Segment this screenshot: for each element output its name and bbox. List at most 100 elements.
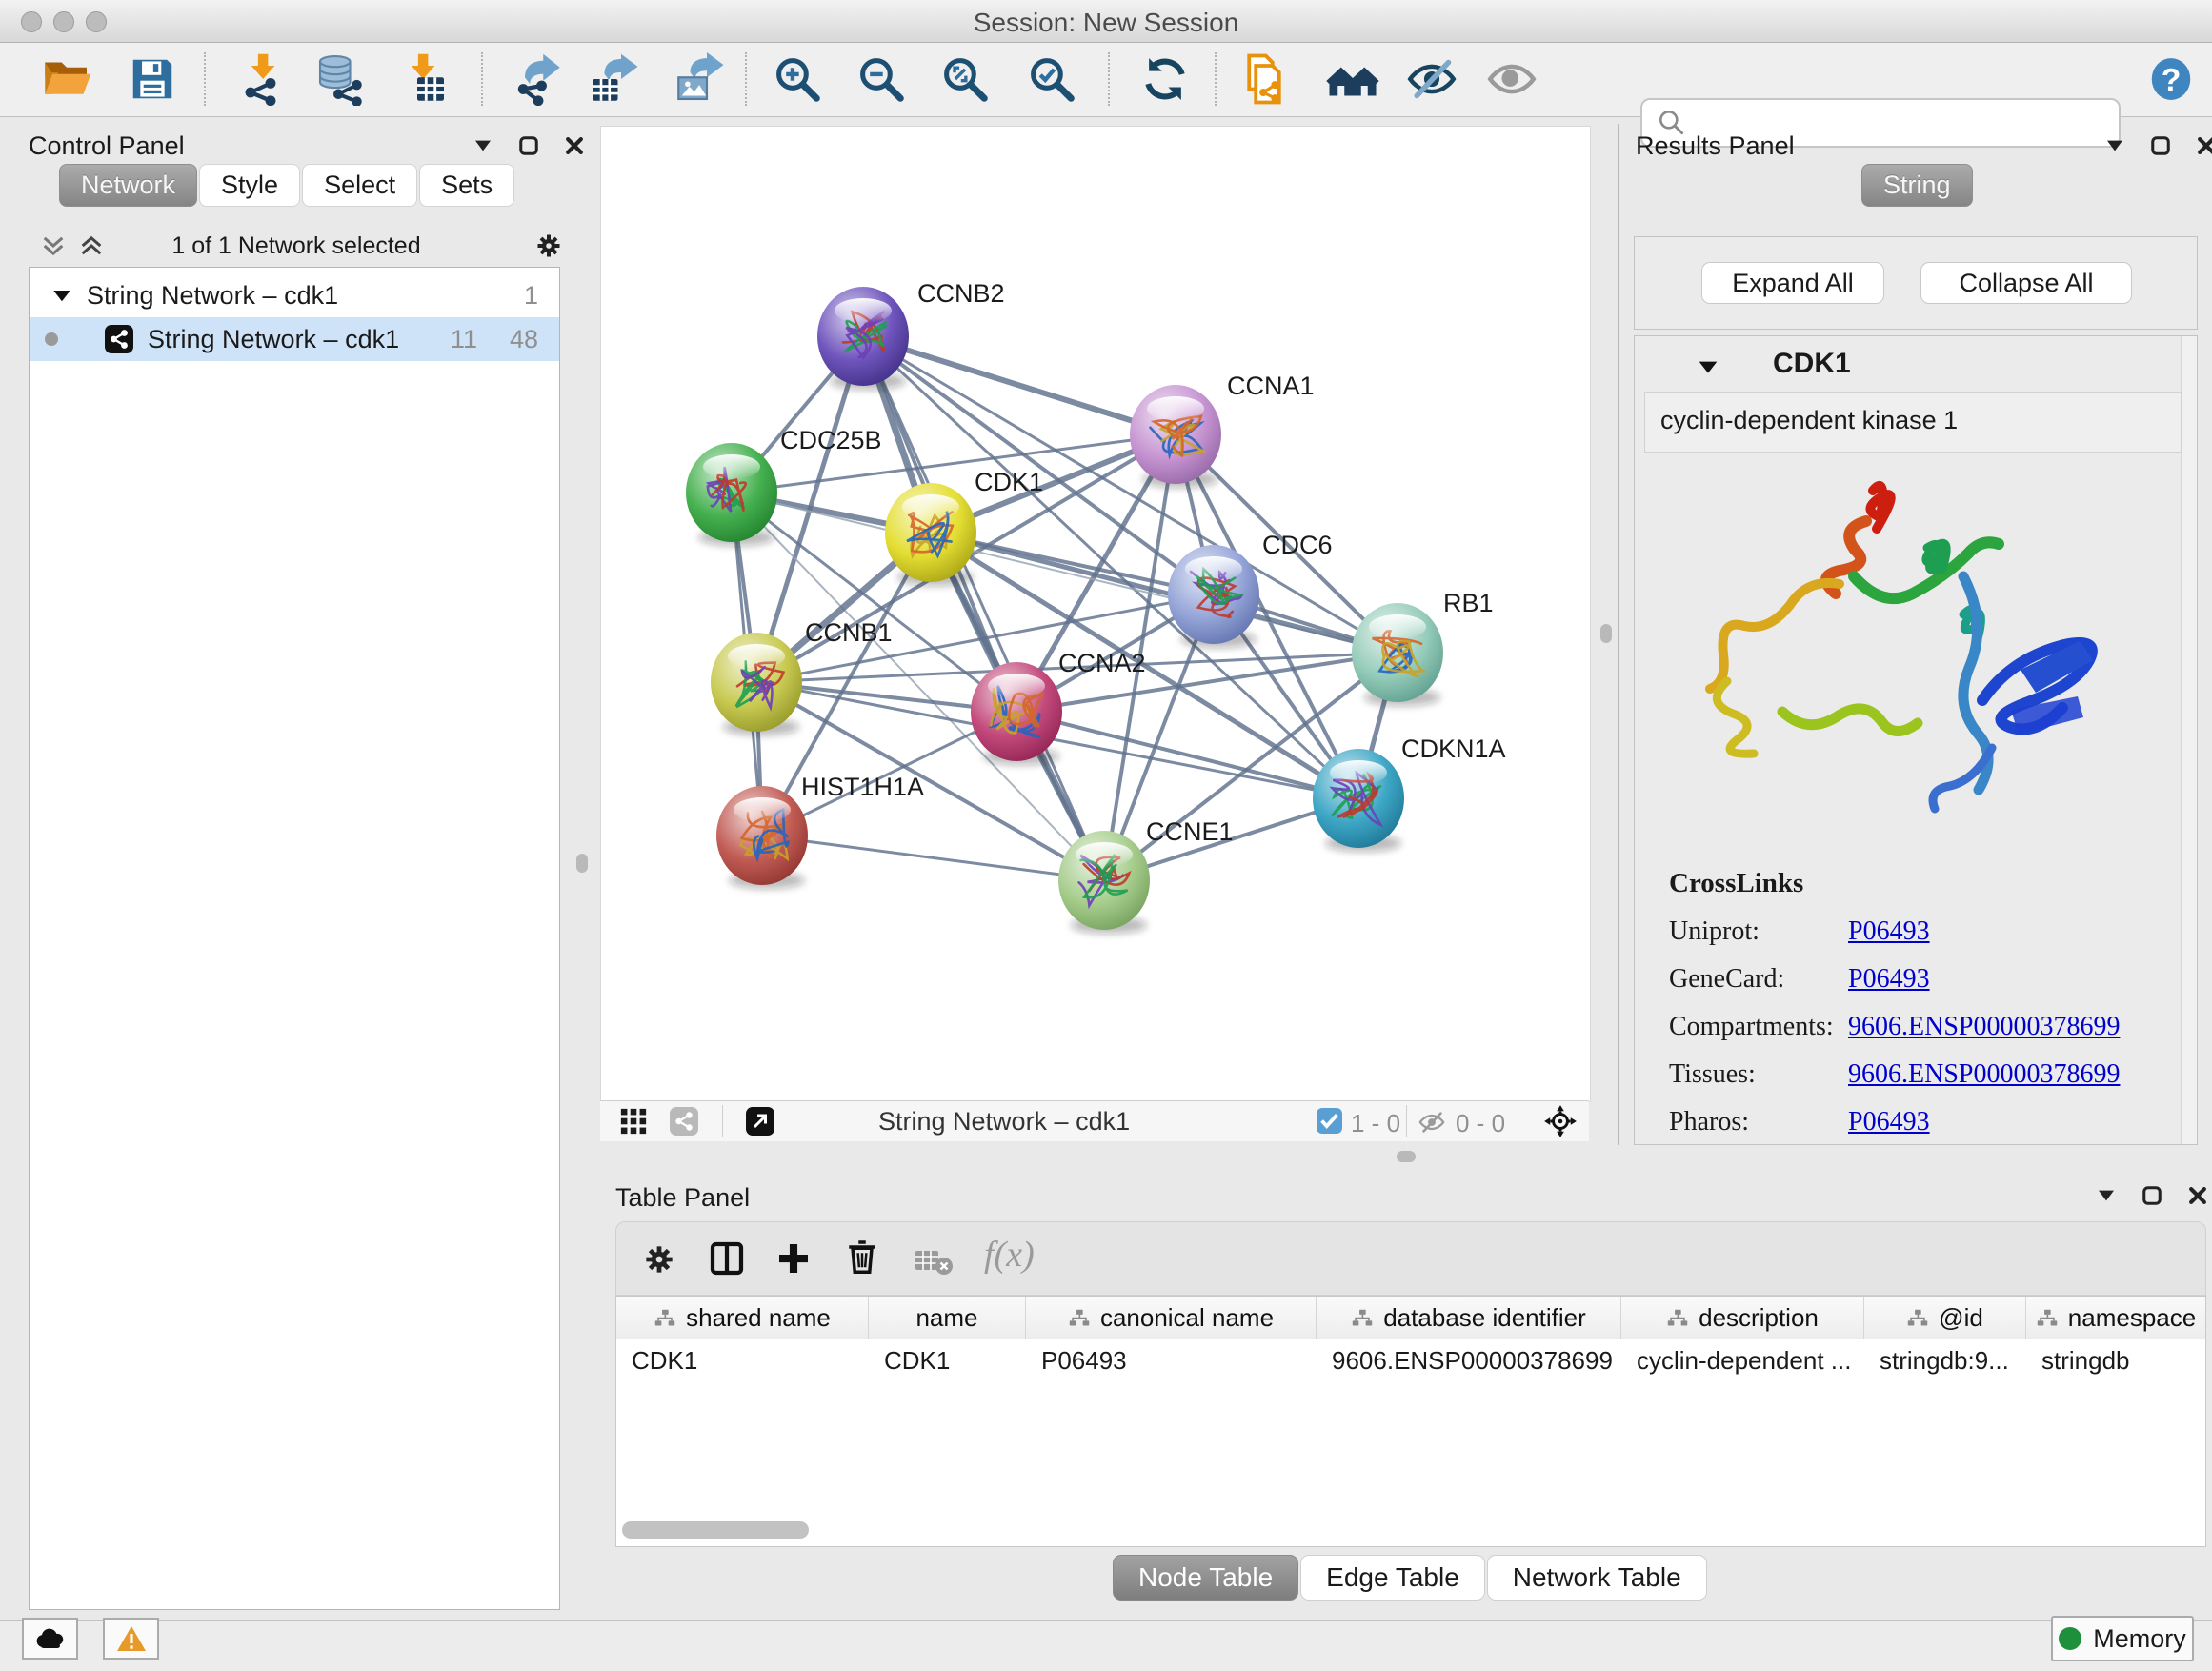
float-panel-icon[interactable] bbox=[518, 135, 539, 156]
panel-menu-icon[interactable] bbox=[2096, 1188, 2117, 1203]
close-panel-icon[interactable] bbox=[2187, 1185, 2208, 1206]
table-toolbar: f(x) bbox=[615, 1221, 2206, 1296]
expand-all-button[interactable]: Expand All bbox=[1701, 262, 1884, 304]
warnings-button[interactable] bbox=[103, 1618, 159, 1660]
column-header-database-identifier[interactable]: database identifier bbox=[1317, 1297, 1621, 1339]
table-panel-title: Table Panel bbox=[615, 1183, 750, 1213]
network-node-RB1[interactable]: RB1 bbox=[1352, 589, 1494, 706]
network-node-CCNA1[interactable]: CCNA1 bbox=[1130, 372, 1315, 488]
selected-counter: 1 - 0 bbox=[1351, 1109, 1400, 1138]
network-canvas[interactable]: CCNB2CCNA1CDC25BCDK1CDC6RB1CCNB1CCNA2CDK… bbox=[601, 127, 1590, 1101]
node-label-CCNB2: CCNB2 bbox=[917, 279, 1005, 308]
protein-structure-image bbox=[1678, 462, 2125, 843]
import-network-file-button[interactable] bbox=[236, 51, 292, 107]
zoom-selected-button[interactable] bbox=[1024, 51, 1079, 107]
refresh-icon bbox=[1139, 53, 1191, 105]
crosslink-compartments[interactable]: 9606.ENSP00000378699 bbox=[1848, 1012, 2120, 1042]
float-panel-icon[interactable] bbox=[2150, 135, 2171, 156]
gene-description: cyclin-dependent kinase 1 bbox=[1660, 406, 1958, 435]
tab-node-table[interactable]: Node Table bbox=[1113, 1555, 1298, 1601]
results-panel-title: Results Panel bbox=[1636, 131, 1795, 161]
selected-nodes-checkbox[interactable] bbox=[1317, 1108, 1342, 1134]
column-header-description[interactable]: description bbox=[1621, 1297, 1864, 1339]
zoom-fit-button[interactable] bbox=[937, 51, 993, 107]
open-session-button[interactable] bbox=[39, 51, 94, 107]
network-node-CDKN1A[interactable]: CDKN1A bbox=[1313, 735, 1506, 852]
hide-selected-button[interactable] bbox=[1404, 51, 1459, 107]
export-image-icon bbox=[674, 52, 727, 106]
node-label-CDC6: CDC6 bbox=[1262, 531, 1333, 559]
window-title: Session: New Session bbox=[0, 8, 2212, 38]
collapse-all-button[interactable]: Collapse All bbox=[1920, 262, 2132, 304]
node-label-CDK1: CDK1 bbox=[975, 468, 1043, 496]
memory-button[interactable]: Memory bbox=[2051, 1616, 2194, 1661]
export-table-button[interactable] bbox=[587, 51, 642, 107]
gear-icon[interactable] bbox=[533, 231, 564, 261]
section-expander-icon[interactable] bbox=[1698, 359, 1719, 374]
tab-select[interactable]: Select bbox=[302, 164, 417, 207]
import-network-database-button[interactable] bbox=[312, 51, 368, 107]
tree-expander-icon[interactable] bbox=[52, 288, 71, 303]
panel-menu-icon[interactable] bbox=[473, 138, 493, 153]
eye-slash-icon bbox=[1405, 52, 1458, 106]
home-view-button[interactable] bbox=[1325, 51, 1380, 107]
export-network-button[interactable] bbox=[511, 51, 566, 107]
import-table-file-button[interactable] bbox=[396, 51, 452, 107]
network-collection-row[interactable]: String Network – cdk1 1 bbox=[30, 273, 559, 317]
toolbar-separator bbox=[1108, 52, 1110, 106]
save-session-button[interactable] bbox=[125, 51, 180, 107]
column-header-name[interactable]: name bbox=[869, 1297, 1026, 1339]
close-panel-icon[interactable] bbox=[2196, 135, 2212, 156]
table-row[interactable]: CDK1 CDK1 P06493 9606.ENSP00000378699 cy… bbox=[616, 1339, 2205, 1381]
tab-network[interactable]: Network bbox=[59, 164, 197, 207]
column-header-namespace[interactable]: namespace bbox=[2026, 1297, 2205, 1339]
clone-network-button[interactable] bbox=[1237, 51, 1292, 107]
tab-edge-table[interactable]: Edge Table bbox=[1300, 1555, 1485, 1601]
table-panel: Table Panel bbox=[600, 1178, 2212, 1620]
vertical-splitter-handle[interactable] bbox=[1600, 624, 1612, 643]
table-settings-gear-icon[interactable] bbox=[641, 1241, 677, 1278]
svg-text:?: ? bbox=[2162, 62, 2182, 98]
column-header-id[interactable]: @id bbox=[1864, 1297, 2026, 1339]
birdseye-toggle-icon[interactable] bbox=[1543, 1104, 1578, 1138]
tab-sets[interactable]: Sets bbox=[419, 164, 514, 207]
cloud-status-button[interactable] bbox=[22, 1618, 78, 1660]
tab-network-table[interactable]: Network Table bbox=[1487, 1555, 1707, 1601]
column-header-canonical-name[interactable]: canonical name bbox=[1026, 1297, 1317, 1339]
zoom-out-button[interactable] bbox=[854, 51, 909, 107]
export-image-button[interactable] bbox=[673, 51, 728, 107]
crosslink-label: GeneCard: bbox=[1669, 964, 1848, 995]
network-node-HIST1H1A[interactable]: HIST1H1A bbox=[716, 773, 924, 889]
float-panel-icon[interactable] bbox=[2142, 1185, 2162, 1206]
add-column-icon[interactable] bbox=[774, 1239, 813, 1278]
network-row-selected[interactable]: String Network – cdk1 11 48 bbox=[30, 317, 559, 361]
crosslink-genecard[interactable]: P06493 bbox=[1848, 964, 2120, 995]
crosslink-tissues[interactable]: 9606.ENSP00000378699 bbox=[1848, 1059, 2120, 1090]
crosslink-uniprot[interactable]: P06493 bbox=[1848, 916, 2120, 947]
column-header-shared-name[interactable]: shared name bbox=[616, 1297, 869, 1339]
panel-menu-icon[interactable] bbox=[2104, 138, 2125, 153]
delete-column-icon[interactable] bbox=[843, 1238, 881, 1276]
vertical-splitter-handle[interactable] bbox=[576, 854, 588, 873]
collection-count: 1 bbox=[524, 281, 538, 311]
horizontal-splitter-handle[interactable] bbox=[1397, 1151, 1416, 1162]
results-scrollbar[interactable] bbox=[2181, 336, 2197, 1144]
zoom-out-icon bbox=[855, 53, 907, 105]
node-count: 11 bbox=[451, 325, 477, 354]
crosslink-pharos[interactable]: P06493 bbox=[1848, 1107, 2120, 1137]
tab-string[interactable]: String bbox=[1861, 164, 1973, 207]
tab-style[interactable]: Style bbox=[199, 164, 300, 207]
table-horizontal-scrollbar[interactable] bbox=[622, 1521, 809, 1539]
show-all-button[interactable] bbox=[1484, 51, 1539, 107]
grid-mode-icon[interactable] bbox=[619, 1107, 648, 1136]
help-button[interactable]: ? bbox=[2143, 51, 2199, 107]
show-columns-icon[interactable] bbox=[708, 1239, 746, 1278]
apply-layout-button[interactable] bbox=[1137, 51, 1193, 107]
close-panel-icon[interactable] bbox=[564, 135, 585, 156]
zoom-in-button[interactable] bbox=[770, 51, 825, 107]
import-table-icon bbox=[397, 52, 451, 106]
export-network-icon bbox=[512, 52, 565, 106]
network-view-mode-icon[interactable] bbox=[669, 1106, 699, 1137]
toolbar-separator bbox=[204, 52, 206, 106]
detach-view-icon[interactable] bbox=[745, 1106, 775, 1137]
